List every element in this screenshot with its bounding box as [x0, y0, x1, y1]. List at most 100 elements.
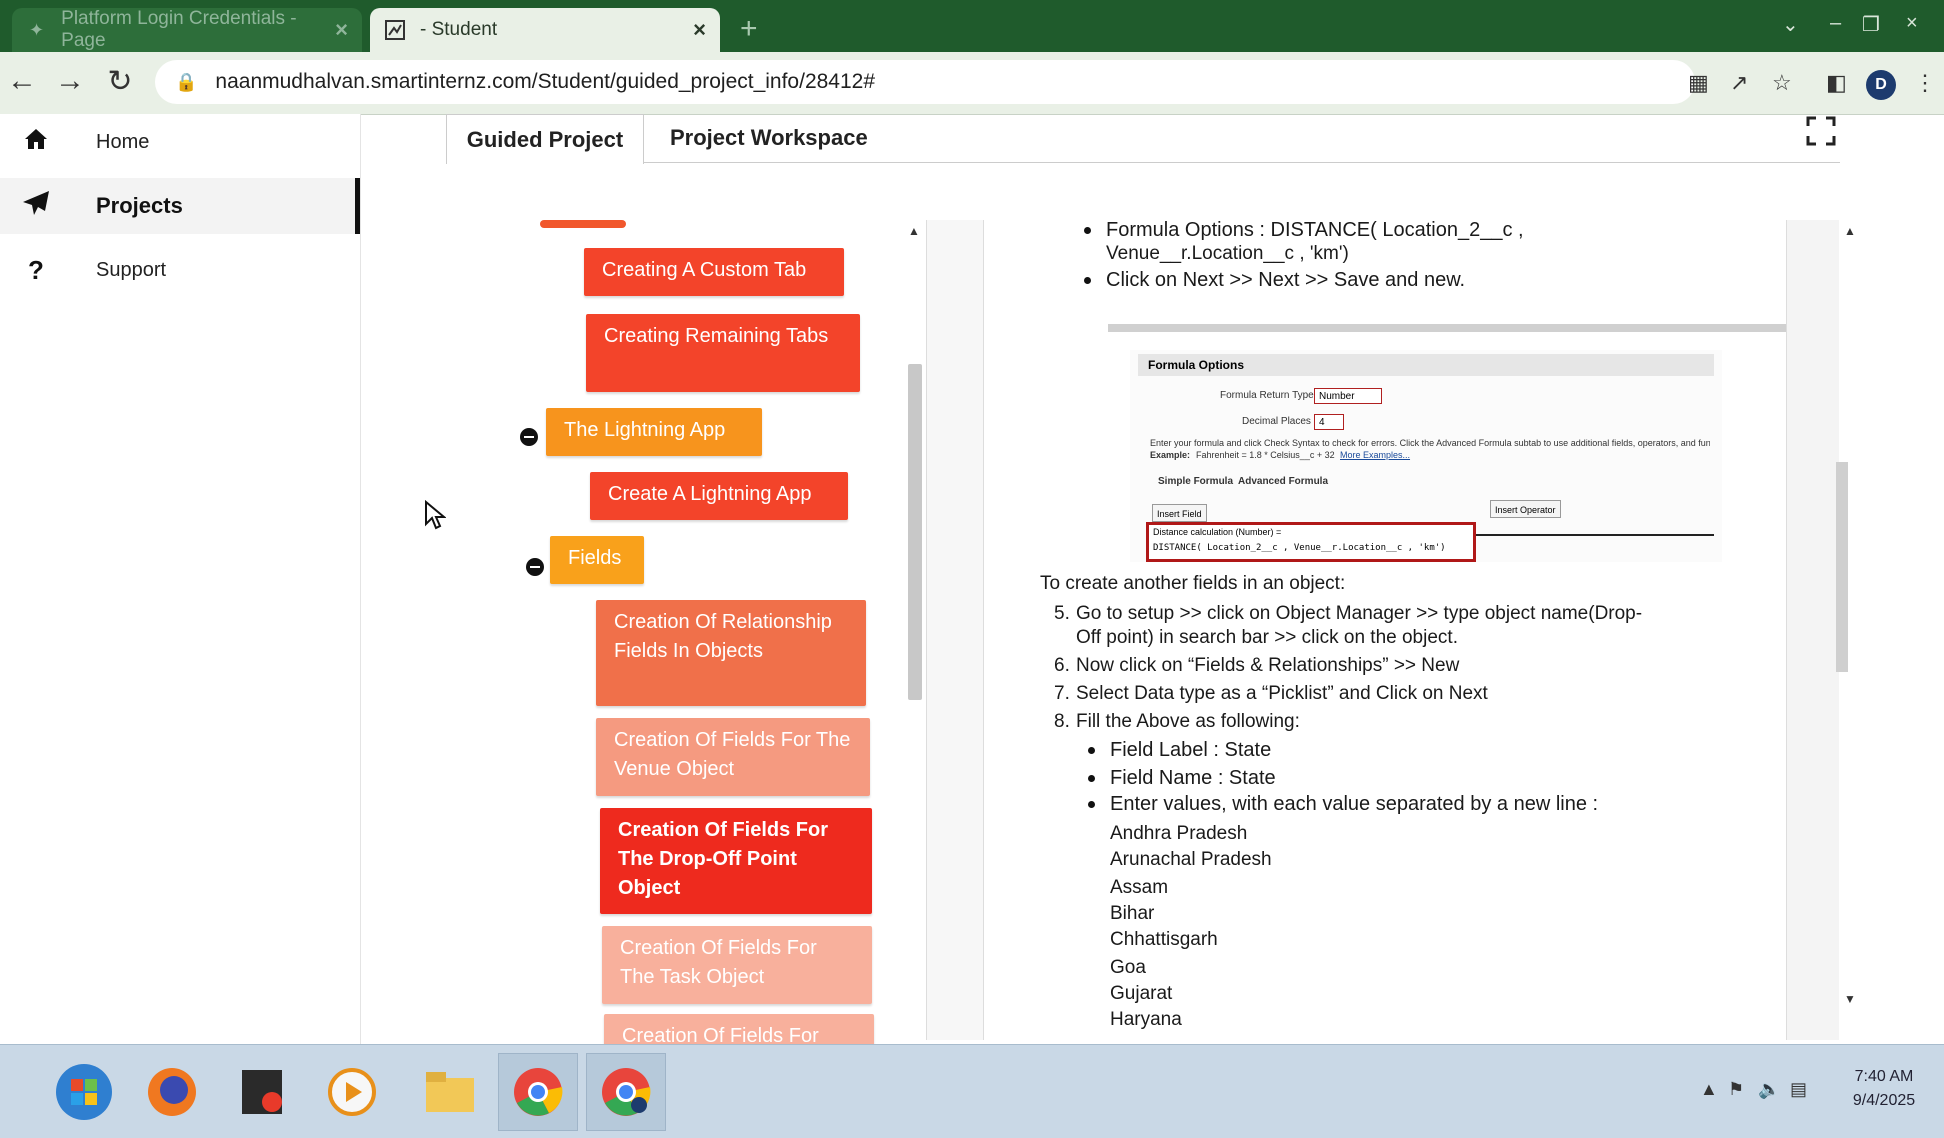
collapse-icon[interactable] [526, 558, 544, 576]
tree-node[interactable]: Creation Of Fields For [604, 1014, 874, 1044]
paper-plane-icon [18, 189, 54, 224]
sub-bullet: Field Label : State [1087, 739, 1272, 761]
tree-node[interactable]: Creating Remaining Tabs [586, 314, 860, 392]
tree-node[interactable]: Creation Of Fields For The Drop-Off Poin… [600, 808, 872, 914]
panel-divider [926, 220, 984, 1040]
scroll-up-icon[interactable]: ▲ [1844, 224, 1856, 238]
formula-options-screenshot: Formula Options Formula Return Type Numb… [1130, 350, 1722, 562]
chevron-down-icon[interactable]: ⌄ [1782, 12, 1799, 37]
bullet-text: Click on Next >> Next >> Save and new. [1083, 269, 1466, 291]
translate-icon[interactable]: ▦ [1688, 70, 1709, 96]
window-close-icon[interactable]: × [1906, 12, 1918, 35]
embed-formula-label: Distance calculation (Number) = [1153, 527, 1282, 537]
step-number: 6. [1054, 655, 1070, 676]
lock-icon: 🔒 [175, 71, 198, 92]
value-item: Chhattisgarh [1110, 929, 1218, 950]
back-icon[interactable]: ← [2, 64, 42, 98]
intro-text: To create another fields in an object: [1040, 573, 1346, 594]
value-item: Gujarat [1110, 983, 1173, 1004]
fullscreen-icon[interactable] [1806, 116, 1836, 146]
embed-select: 4 [1314, 414, 1344, 430]
flag-icon[interactable]: ⚑ [1728, 1079, 1744, 1100]
tree-node[interactable]: Creation Of Fields For The Task Object [602, 926, 872, 1004]
close-icon[interactable]: × [693, 17, 706, 43]
tab-guided-project[interactable]: Guided Project [446, 114, 644, 164]
embed-tab: Simple Formula [1158, 476, 1234, 487]
sidebar-item-label: Support [96, 258, 167, 281]
sidebar-item-projects[interactable]: Projects [0, 178, 360, 234]
media-player-icon[interactable] [312, 1053, 392, 1131]
sub-bullet: Field Name : State [1088, 767, 1276, 789]
bullet-text: Formula Options : DISTANCE( Location_2__… [1084, 219, 1524, 241]
instructions-panel: Formula Options : DISTANCE( Location_2__… [1040, 214, 1770, 1044]
clock-time: 7:40 AM [1854, 1068, 1914, 1085]
progress-accent [540, 220, 626, 228]
value-item: Bihar [1110, 903, 1155, 924]
tree-node[interactable]: Creation Of Fields For The Venue Object [596, 718, 870, 796]
office-app-icon[interactable] [222, 1053, 302, 1131]
content-tabs: Guided Project Project Workspace [446, 114, 1840, 164]
embed-formula-text: DISTANCE( Location_2__c , Venue__r.Locat… [1153, 543, 1446, 553]
forward-icon[interactable]: → [50, 64, 90, 98]
sidebar: Home Projects ? Support [0, 114, 361, 1044]
bookmark-star-icon[interactable]: ☆ [1772, 70, 1792, 96]
pin-icon: ✦ [29, 19, 45, 40]
clock-date: 9/4/2025 [1852, 1092, 1916, 1109]
section-divider [1108, 324, 1834, 332]
share-icon[interactable]: ↗ [1730, 70, 1748, 96]
value-item: Goa [1110, 957, 1146, 978]
question-icon: ? [28, 254, 44, 285]
browser-tab-credentials[interactable]: ✦ Platform Login Credentials - Page × [12, 8, 362, 52]
sidebar-item-label: Home [96, 130, 150, 153]
reload-icon[interactable]: ↻ [100, 64, 140, 99]
url-field[interactable]: 🔒 naanmudhalvan.smartinternz.com/Student… [155, 60, 1695, 104]
embed-select: Number [1314, 388, 1382, 404]
scroll-down-icon[interactable]: ▼ [1844, 992, 1856, 1006]
step-text: Off point) in search bar >> click on the… [1076, 627, 1458, 648]
minimize-icon[interactable]: – [1830, 12, 1841, 35]
collapse-icon[interactable] [520, 428, 538, 446]
sidebar-item-home[interactable]: Home [0, 114, 360, 170]
step-text: Go to setup >> click on Object Manager >… [1076, 603, 1643, 624]
embed-more-examples: More Examples... [1340, 450, 1411, 460]
tab-title: Platform Login Credentials - Page [61, 8, 297, 51]
embed-label: Decimal Places [1242, 416, 1311, 427]
network-icon[interactable]: ▤ [1790, 1079, 1807, 1100]
new-tab-icon[interactable]: + [740, 12, 758, 46]
browser-tab-strip: ✦ Platform Login Credentials - Page × - … [0, 0, 1944, 52]
embed-insert-operator: Insert Operator [1490, 500, 1561, 518]
step-number: 8. [1054, 711, 1070, 732]
tree-node[interactable]: The Lightning App [546, 408, 762, 456]
scrollbar-thumb[interactable] [908, 364, 922, 700]
home-icon [18, 127, 54, 158]
taskbar: ▲ ⚑ 🔈 ▤ 7:40 AM 9/4/2025 [0, 1044, 1944, 1138]
value-item: Haryana [1110, 1009, 1182, 1030]
step-text: Fill the Above as following: [1076, 711, 1300, 732]
menu-dots-icon[interactable]: ⋮ [1914, 70, 1936, 96]
chrome-icon[interactable] [498, 1053, 578, 1131]
start-button[interactable] [44, 1053, 124, 1131]
tree-node[interactable]: Creation Of Relationship Fields In Objec… [596, 600, 866, 706]
tree-node[interactable]: Fields [550, 536, 644, 584]
tree-node[interactable]: Creating A Custom Tab [584, 248, 844, 296]
profile-avatar[interactable]: D [1866, 70, 1896, 100]
firefox-icon[interactable] [132, 1053, 212, 1131]
chrome-profile-icon[interactable] [586, 1053, 666, 1131]
tree-scrollbar[interactable]: ▲ [908, 224, 922, 704]
side-panel-icon[interactable]: ◧ [1826, 70, 1847, 96]
tab-project-workspace[interactable]: Project Workspace [670, 114, 868, 162]
system-clock[interactable]: 7:40 AM 9/4/2025 [1836, 1065, 1932, 1113]
tree-node[interactable]: Create A Lightning App [590, 472, 848, 520]
restore-icon[interactable]: ❐ [1862, 12, 1880, 37]
browser-tab-student[interactable]: - Student × [370, 8, 720, 52]
embed-formula-box: Distance calculation (Number) = DISTANCE… [1146, 522, 1476, 562]
tray-expand-icon[interactable]: ▲ [1700, 1079, 1718, 1100]
scrollbar-thumb[interactable] [1836, 462, 1848, 672]
scroll-up-icon[interactable]: ▲ [908, 224, 920, 238]
sidebar-item-support[interactable]: ? Support [0, 242, 360, 298]
close-icon[interactable]: × [335, 17, 348, 43]
volume-icon[interactable]: 🔈 [1758, 1079, 1780, 1100]
sidebar-item-label: Projects [96, 193, 183, 218]
value-item: Assam [1110, 877, 1169, 898]
file-explorer-icon[interactable] [410, 1053, 490, 1131]
